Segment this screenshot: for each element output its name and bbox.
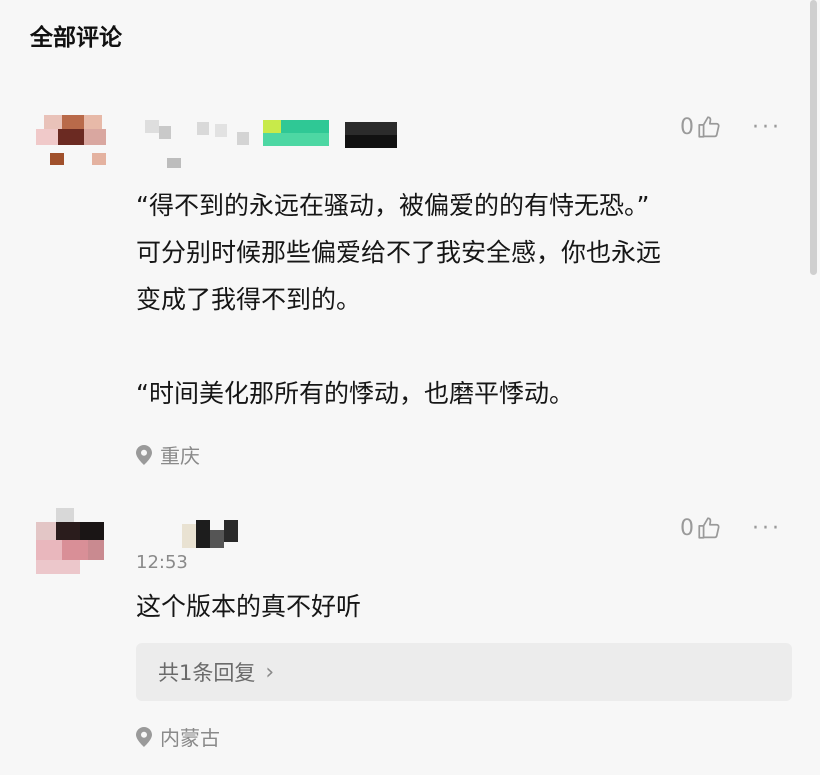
comment-timestamp: 12:53 [136,552,188,573]
more-dots-icon[interactable]: ··· [752,115,782,140]
location-pin-icon [136,444,152,465]
comment-text: 这个版本的真不好听 [136,592,362,621]
scrollbar[interactable] [810,0,817,275]
username[interactable] [145,120,405,168]
avatar[interactable] [36,508,108,574]
comment-actions: 0 ··· [680,513,782,543]
location-label: 内蒙古 [160,726,220,750]
thumbs-up-icon[interactable] [696,114,722,140]
like-count: 0 [680,515,695,541]
username[interactable] [182,520,252,548]
comment-actions: 0 ··· [680,112,782,142]
like-count: 0 [680,114,695,140]
more-dots-icon[interactable]: ··· [752,516,782,541]
location-label: 重庆 [160,444,200,468]
thumbs-up-icon[interactable] [696,515,722,541]
comment-text: “得不到的永远在骚动，被偏爱的的有恃无恐。” 可分别时候那些偏爱给不了我安全感，… [136,191,662,408]
view-replies-button[interactable]: 共1条回复 › [136,643,792,701]
location-pin-icon [136,726,152,747]
replies-label: 共1条回复 [158,661,256,685]
comment-location: 内蒙古 [136,722,220,751]
comment-location: 重庆 [136,440,200,469]
page-title: 全部评论 [30,25,122,51]
chevron-right-icon: › [265,659,275,685]
avatar[interactable] [36,115,108,181]
